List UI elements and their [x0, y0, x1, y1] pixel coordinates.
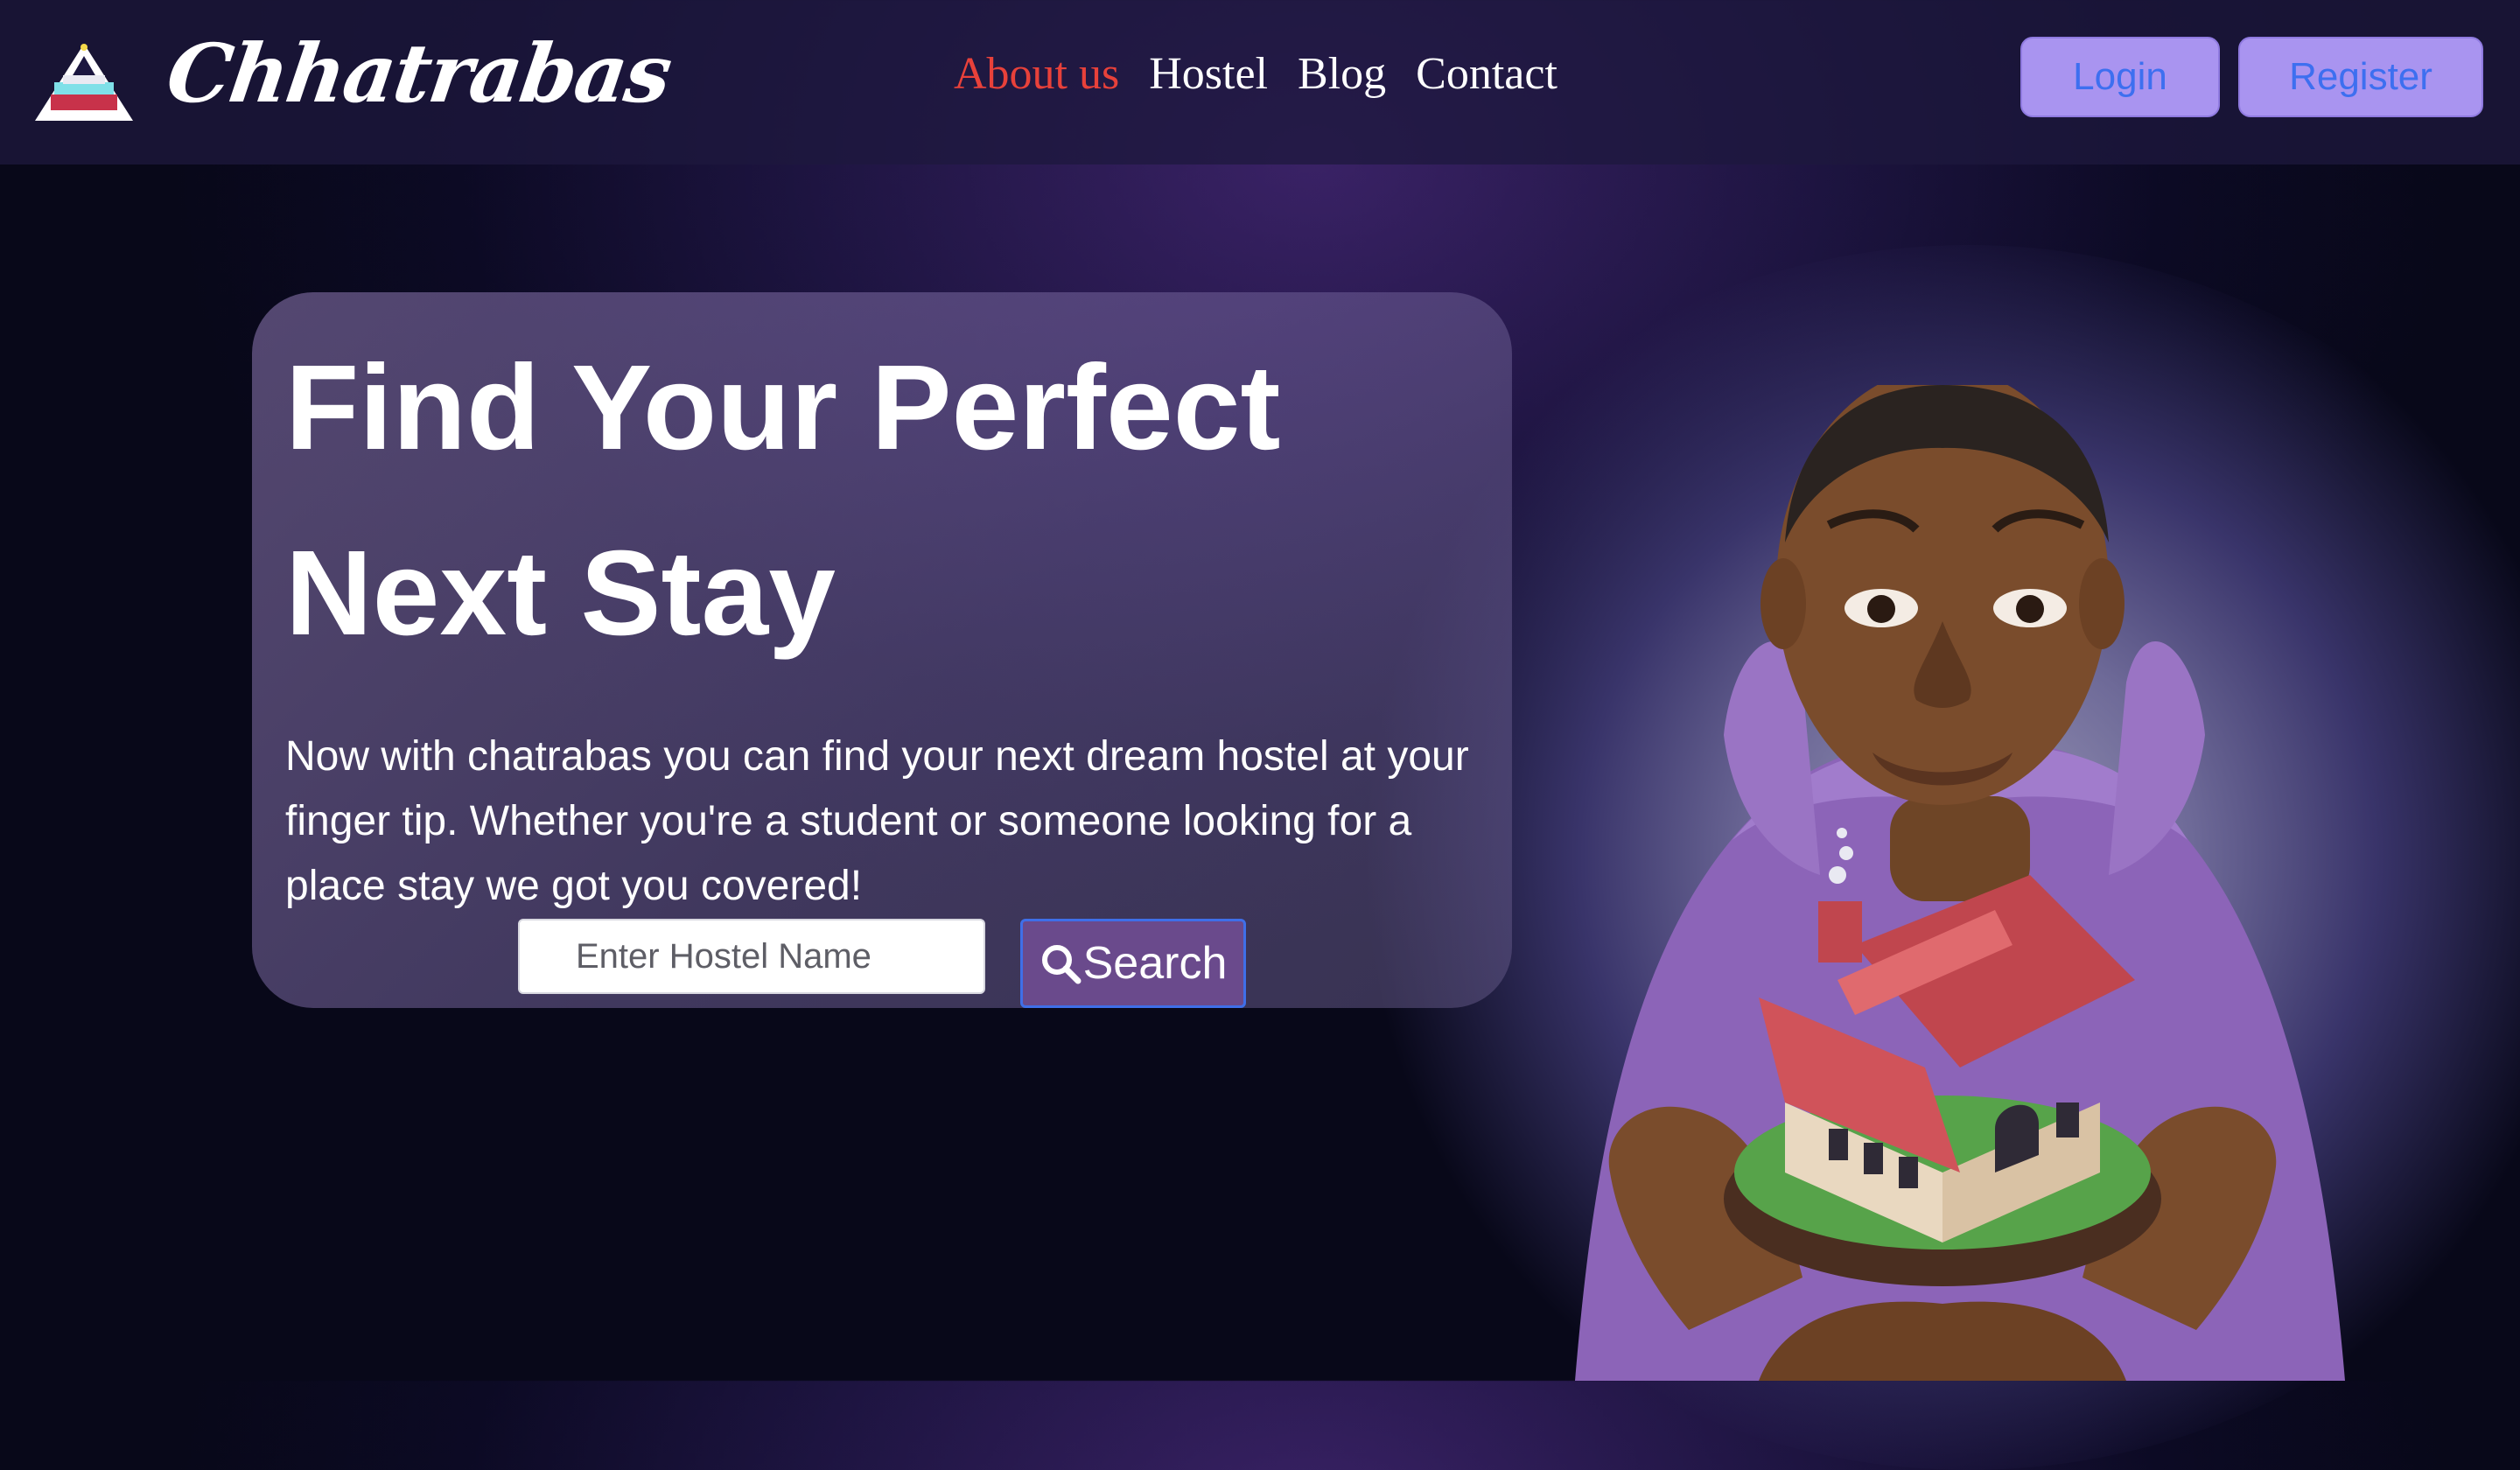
login-button[interactable]: Login: [2020, 37, 2220, 117]
nav-link-contact[interactable]: Contact: [1416, 48, 1558, 100]
search-button-label: Search: [1082, 938, 1228, 989]
nav-link-blog[interactable]: Blog: [1298, 48, 1386, 100]
search-button[interactable]: Search: [1020, 919, 1246, 1008]
tent-bed-icon[interactable]: [28, 40, 140, 124]
hero-title-line1: Find Your Perfect: [285, 340, 1281, 475]
brand-name[interactable]: Chhatrabas: [161, 26, 676, 121]
hero-title-line2: Next Stay: [285, 526, 836, 661]
hero-description: Now with chatrabas you can find your nex…: [285, 733, 1469, 909]
hero-title: Find Your Perfect Next Stay: [285, 315, 1423, 686]
nav-link-hostel[interactable]: Hostel: [1149, 48, 1268, 100]
nav-links: About us Hostel Blog Contact: [954, 48, 1558, 100]
hostel-search-input[interactable]: [518, 919, 985, 994]
search-icon: [1041, 945, 1082, 984]
nav-link-about-us[interactable]: About us: [954, 48, 1119, 100]
person-holding-house-illustration: [1575, 385, 2345, 1381]
register-button[interactable]: Register: [2238, 37, 2483, 117]
navbar: Chhatrabas About us Hostel Blog Contact …: [0, 0, 2520, 164]
